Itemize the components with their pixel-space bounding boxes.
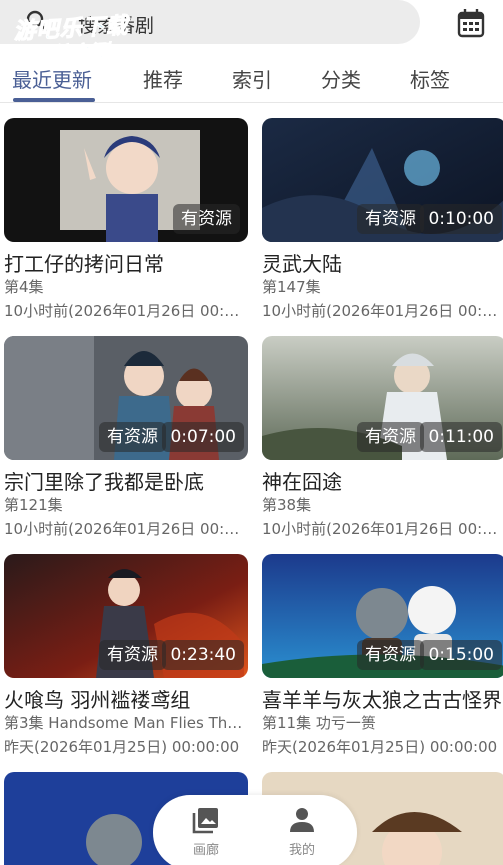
anime-title: 喜羊羊与灰太狼之古古怪界 [262, 688, 502, 712]
anime-title: 火喰鸟 羽州褴褛鸢组 [4, 688, 191, 712]
thumbnail: 有资源 0:15:00 [262, 554, 503, 678]
bottom-nav: 画廊 我的 [153, 795, 357, 865]
anime-card[interactable]: 有资源 0:11:00 神在囧途 第38集 10小时前(2026年01月26日 … [262, 336, 503, 546]
nav-profile[interactable]: 我的 [267, 805, 337, 858]
tab-index[interactable]: 索引 [232, 64, 272, 93]
duration-badge: 0:07:00 [162, 422, 244, 452]
nav-gallery[interactable]: 画廊 [171, 805, 241, 858]
thumbnail: 有资源 0:23:40 [4, 554, 248, 678]
tab-recent[interactable]: 最近更新 [12, 64, 92, 93]
episode-label: 第147集 [262, 278, 321, 296]
resource-badge: 有资源 [99, 422, 166, 452]
episode-label: 第121集 [4, 496, 63, 514]
thumbnail: 有资源 0:10:00 [262, 118, 503, 242]
update-time: 10小时前(2026年01月26日 00:00:00) [262, 520, 503, 538]
calendar-icon[interactable] [457, 8, 485, 38]
anime-title: 宗门里除了我都是卧底 [4, 470, 204, 494]
tab-category[interactable]: 分类 [321, 64, 361, 93]
update-time: 昨天(2026年01月25日) 00:00:00 [262, 738, 498, 756]
episode-label: 第3集 Handsome Man Flies The Sky [4, 714, 248, 732]
nav-profile-label: 我的 [288, 843, 315, 858]
tab-bar: 最近更新 推荐 索引 分类 标签 [0, 52, 503, 102]
resource-badge: 有资源 [173, 204, 240, 234]
anime-card[interactable]: 有资源 0:23:40 火喰鸟 羽州褴褛鸢组 第3集 Handsome Man … [4, 554, 248, 764]
thumbnail: 有资源 0:07:00 [4, 336, 248, 460]
resource-badge: 有资源 [357, 422, 424, 452]
search-text: 搜索番剧 [78, 15, 155, 37]
update-time: 10小时前(2026年01月26日 00:00:00) [4, 302, 248, 320]
nav-gallery-label: 画廊 [192, 843, 219, 858]
anime-title: 灵武大陆 [262, 252, 342, 276]
anime-card[interactable]: 有资源 打工仔的拷问日常 第4集 10小时前(2026年01月26日 00:00… [4, 118, 248, 328]
tab-tags[interactable]: 标签 [410, 64, 450, 93]
update-time: 10小时前(2026年01月26日 00:00:00) [4, 520, 248, 538]
anime-title: 打工仔的拷问日常 [4, 252, 164, 276]
episode-label: 第4集 [4, 278, 44, 296]
divider [0, 102, 503, 103]
anime-title: 神在囧途 [262, 470, 342, 494]
resource-badge: 有资源 [99, 640, 166, 670]
anime-card[interactable]: 有资源 0:15:00 喜羊羊与灰太狼之古古怪界 第11集 功亏一篑 昨天(20… [262, 554, 503, 764]
duration-badge: 0:15:00 [420, 640, 502, 670]
update-time: 10小时前(2026年01月26日 00:00:00) [262, 302, 503, 320]
resource-badge: 有资源 [357, 204, 424, 234]
duration-badge: 0:11:00 [420, 422, 502, 452]
episode-label: 第38集 [262, 496, 312, 514]
anime-card[interactable]: 有资源 0:10:00 灵武大陆 第147集 10小时前(2026年01月26日… [262, 118, 503, 328]
resource-badge: 有资源 [357, 640, 424, 670]
profile-icon [290, 808, 314, 832]
search-icon [26, 10, 48, 32]
gallery-icon [192, 808, 218, 834]
anime-card[interactable]: 有资源 0:07:00 宗门里除了我都是卧底 第121集 10小时前(2026年… [4, 336, 248, 546]
update-time: 昨天(2026年01月25日) 00:00:00 [4, 738, 240, 756]
duration-badge: 0:23:40 [162, 640, 244, 670]
thumbnail: 有资源 0:11:00 [262, 336, 503, 460]
thumbnail: 有资源 [4, 118, 248, 242]
search-bar[interactable]: 搜索番剧 [0, 0, 420, 44]
duration-badge: 0:10:00 [420, 204, 502, 234]
episode-label: 第11集 功亏一篑 [262, 714, 376, 732]
tab-recommend[interactable]: 推荐 [143, 64, 183, 93]
